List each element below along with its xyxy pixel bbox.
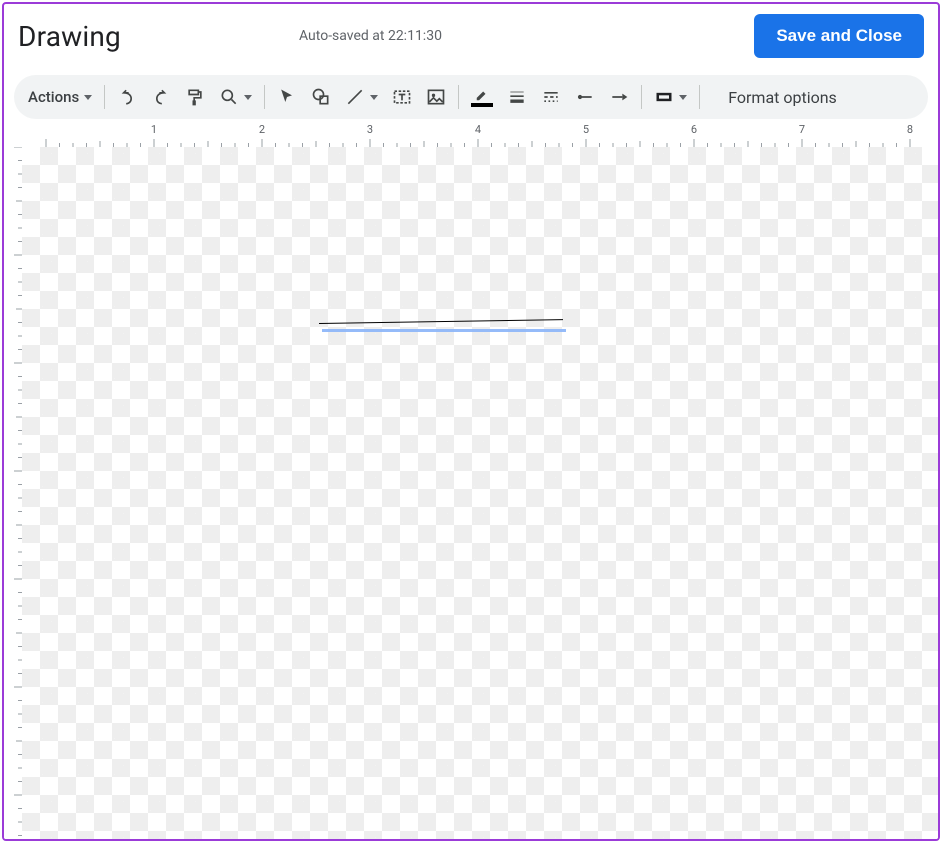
line-tool-button[interactable]	[339, 80, 384, 114]
toolbar-separator	[104, 85, 105, 109]
line-start-button[interactable]	[569, 80, 601, 114]
select-tool-button[interactable]	[271, 80, 303, 114]
shapes-icon	[311, 87, 331, 107]
line-icon	[345, 87, 365, 107]
canvas-line-object[interactable]	[319, 319, 563, 324]
dialog-header: Drawing Auto-saved at 22:11:30 Save and …	[4, 4, 938, 64]
line-start-icon	[575, 87, 595, 107]
toolbar-separator	[264, 85, 265, 109]
ruler-number: 1	[151, 123, 157, 136]
paint-format-button[interactable]	[179, 80, 211, 114]
line-weight-button[interactable]	[501, 80, 533, 114]
shape-tool-button[interactable]	[305, 80, 337, 114]
ruler-number: 3	[367, 123, 373, 136]
toolbar: Actions	[14, 75, 928, 119]
size-position-button[interactable]	[648, 80, 693, 114]
zoom-icon	[219, 87, 239, 107]
format-options-button[interactable]: Format options	[718, 80, 847, 114]
line-dash-icon	[541, 87, 561, 107]
line-end-button[interactable]	[603, 80, 635, 114]
undo-button[interactable]	[111, 80, 143, 114]
autosave-status: Auto-saved at 22:11:30	[299, 28, 442, 44]
toolbar-separator	[641, 85, 642, 109]
ruler-number: 8	[907, 123, 913, 136]
zoom-menu-button[interactable]	[213, 80, 258, 114]
ruler-number: 4	[475, 123, 481, 136]
line-color-button[interactable]	[465, 80, 499, 114]
toolbar-separator	[699, 85, 700, 109]
image-icon	[426, 87, 446, 107]
dialog-title: Drawing	[18, 20, 121, 53]
textbox-icon	[392, 87, 412, 107]
cursor-icon	[277, 87, 297, 107]
image-tool-button[interactable]	[420, 80, 452, 114]
size-position-icon	[654, 87, 674, 107]
toolbar-separator	[458, 85, 459, 109]
horizontal-ruler[interactable]: 1 2 3 4 5 6 7 8	[4, 121, 938, 147]
paint-roller-icon	[185, 87, 205, 107]
save-and-close-button[interactable]: Save and Close	[754, 14, 924, 58]
vertical-ruler[interactable]	[4, 147, 22, 839]
pencil-icon	[473, 88, 491, 102]
drawing-canvas[interactable]	[22, 147, 938, 839]
redo-button[interactable]	[145, 80, 177, 114]
canvas-line-object-selected[interactable]	[322, 329, 566, 332]
vruler-ticks	[4, 147, 22, 839]
ruler-number: 5	[583, 123, 589, 136]
line-dash-button[interactable]	[535, 80, 567, 114]
color-swatch	[471, 103, 493, 107]
redo-icon	[151, 87, 171, 107]
undo-icon	[117, 87, 137, 107]
actions-menu-button[interactable]: Actions	[22, 80, 98, 114]
textbox-tool-button[interactable]	[386, 80, 418, 114]
ruler-number: 6	[691, 123, 697, 136]
line-weight-icon	[507, 87, 527, 107]
ruler-number: 2	[259, 123, 265, 136]
ruler-number: 7	[799, 123, 805, 136]
actions-label: Actions	[28, 88, 79, 106]
drawing-dialog: Drawing Auto-saved at 22:11:30 Save and …	[2, 2, 940, 841]
line-end-icon	[609, 87, 629, 107]
